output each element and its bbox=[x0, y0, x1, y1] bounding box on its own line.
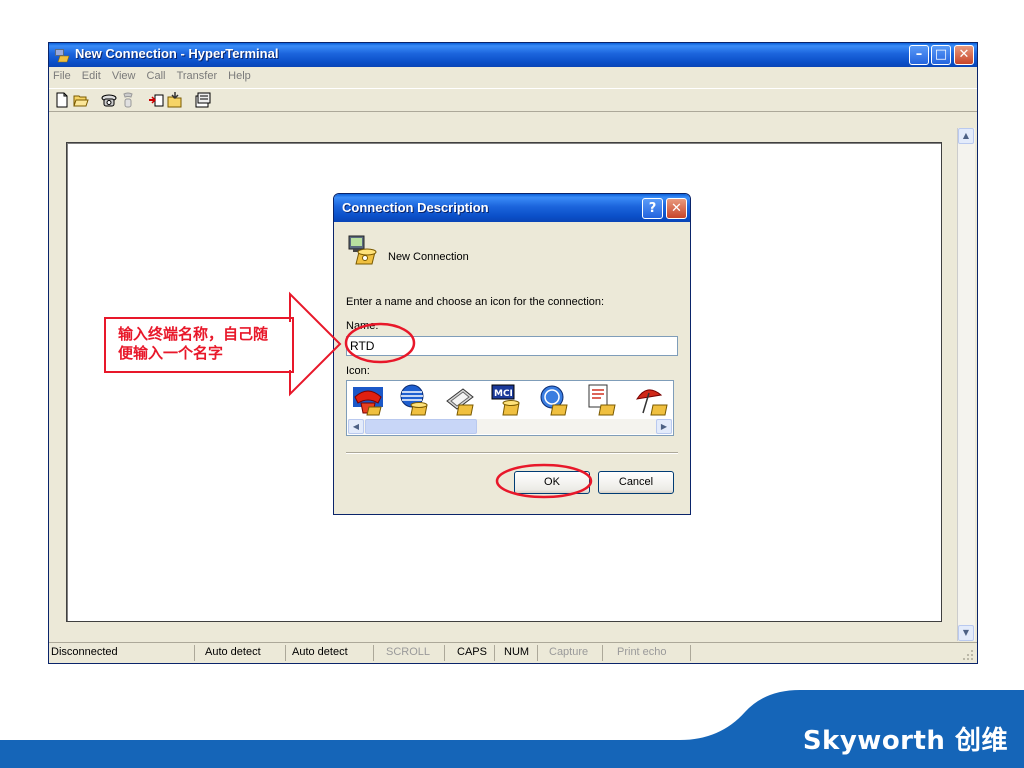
dialog-close-button[interactable]: ✕ bbox=[666, 198, 687, 219]
annotation-callout: 输入终端名称，自己随 便输入一个名字 bbox=[104, 317, 294, 373]
menu-edit[interactable]: Edit bbox=[78, 68, 105, 84]
new-connection-icon bbox=[348, 235, 377, 265]
scroll-down-arrow-icon[interactable]: ▼ bbox=[958, 625, 974, 641]
receive-icon[interactable] bbox=[167, 92, 183, 108]
open-folder-icon[interactable] bbox=[73, 92, 89, 108]
ok-button[interactable]: OK bbox=[514, 471, 590, 494]
maximize-button[interactable]: □ bbox=[931, 45, 951, 65]
globe-phone-icon[interactable] bbox=[397, 383, 431, 417]
new-document-icon[interactable] bbox=[54, 92, 70, 108]
scroll-up-arrow-icon[interactable]: ▲ bbox=[958, 128, 974, 144]
name-input[interactable]: RTD bbox=[346, 336, 678, 356]
icon-label: Icon: bbox=[346, 365, 370, 377]
red-phone-icon[interactable] bbox=[351, 383, 385, 417]
resize-grip-icon[interactable] bbox=[962, 649, 974, 661]
window-title: New Connection - HyperTerminal bbox=[75, 46, 279, 61]
name-label: Name: bbox=[346, 320, 379, 332]
annotation-line-2: 便输入一个名字 bbox=[118, 344, 224, 362]
connect-phone-icon[interactable] bbox=[101, 92, 117, 108]
svg-text:MCI: MCI bbox=[494, 389, 513, 399]
menu-view[interactable]: View bbox=[108, 68, 140, 84]
scroll-left-arrow-icon[interactable]: ◀ bbox=[348, 419, 364, 434]
status-bar: Disconnected Auto detect Auto detect SCR… bbox=[49, 642, 977, 663]
menu-transfer[interactable]: Transfer bbox=[173, 68, 222, 84]
help-button[interactable]: ? bbox=[642, 198, 663, 219]
dialog-title-bar[interactable]: Connection Description ? ✕ bbox=[334, 194, 690, 222]
scroll-thumb[interactable] bbox=[365, 419, 477, 434]
menu-call[interactable]: Call bbox=[143, 68, 170, 84]
status-caps: CAPS bbox=[457, 646, 487, 658]
status-scroll: SCROLL bbox=[386, 646, 431, 658]
connection-description-dialog: Connection Description ? ✕ New Connectio… bbox=[333, 193, 691, 515]
umbrella-phone-icon[interactable] bbox=[635, 383, 669, 417]
status-connection: Disconnected bbox=[51, 646, 118, 658]
cancel-button[interactable]: Cancel bbox=[598, 471, 674, 494]
status-capture: Capture bbox=[549, 646, 589, 658]
connection-name-label: New Connection bbox=[388, 251, 469, 263]
ge-phone-icon[interactable] bbox=[537, 383, 571, 417]
document-phone-icon[interactable] bbox=[585, 383, 619, 417]
dialog-title: Connection Description bbox=[342, 200, 489, 215]
menu-file[interactable]: File bbox=[49, 68, 75, 84]
status-print-echo: Print echo bbox=[617, 646, 667, 658]
scroll-right-arrow-icon[interactable]: ▶ bbox=[656, 419, 672, 434]
menu-help[interactable]: Help bbox=[224, 68, 255, 84]
skyworth-logo: Skyworth 创维 bbox=[802, 726, 1008, 756]
properties-icon[interactable] bbox=[195, 92, 211, 108]
toolbar bbox=[49, 88, 977, 112]
icon-list[interactable]: MCI ◀ ▶ bbox=[346, 380, 674, 436]
status-auto-detect-1: Auto detect bbox=[205, 646, 261, 658]
dialog-separator bbox=[346, 452, 678, 454]
icon-list-scrollbar[interactable]: ◀ ▶ bbox=[348, 419, 672, 434]
hyperterminal-app-icon bbox=[55, 49, 70, 63]
vertical-scrollbar[interactable]: ▲ ▼ bbox=[957, 128, 975, 641]
close-button[interactable]: ✕ bbox=[954, 45, 974, 65]
annotation-line-1: 输入终端名称，自己随 bbox=[118, 325, 269, 343]
instruction-text: Enter a name and choose an icon for the … bbox=[346, 296, 605, 308]
status-num: NUM bbox=[504, 646, 530, 658]
mci-phone-icon[interactable]: MCI bbox=[489, 383, 523, 417]
menu-bar: File Edit View Call Transfer Help bbox=[49, 68, 977, 86]
status-auto-detect-2: Auto detect bbox=[292, 646, 348, 658]
window-title-bar[interactable]: New Connection - HyperTerminal – □ ✕ bbox=[49, 43, 977, 67]
send-icon[interactable] bbox=[148, 92, 164, 108]
minimize-button[interactable]: – bbox=[909, 45, 929, 65]
fax-phone-icon[interactable] bbox=[443, 383, 477, 417]
disconnect-phone-icon[interactable] bbox=[120, 92, 136, 108]
